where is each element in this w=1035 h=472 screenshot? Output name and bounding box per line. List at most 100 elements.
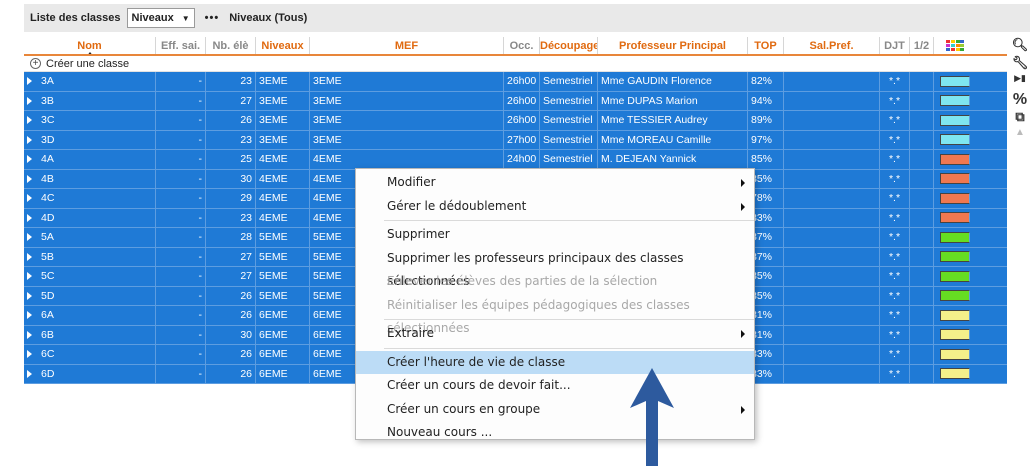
group-select[interactable]: Niveaux ▼: [126, 8, 195, 28]
cell-djt: *.*: [880, 247, 910, 266]
menu-item-label: Nouveau cours ...: [387, 425, 493, 439]
cell-nb: 23: [206, 130, 256, 149]
percent-icon[interactable]: %: [1009, 91, 1031, 109]
cell-color[interactable]: [934, 228, 975, 247]
cell-dec: Semestriel: [540, 91, 598, 110]
cell-nb: 27: [206, 91, 256, 110]
cell-nb: 23: [206, 208, 256, 227]
wrench-icon[interactable]: 🔧︎: [1009, 55, 1031, 73]
col-niveaux[interactable]: Niveaux: [256, 37, 310, 54]
cell-half: [910, 345, 934, 364]
cell-half: [910, 111, 934, 130]
menu-item[interactable]: Supprimer les professeurs principaux des…: [356, 247, 754, 289]
col-nom[interactable]: Nom: [24, 37, 156, 54]
cell-half: [910, 189, 934, 208]
cell-color[interactable]: [934, 111, 975, 130]
cell-eff: -: [156, 208, 206, 227]
menu-item[interactable]: Créer un cours en groupe: [356, 398, 754, 422]
cell-color[interactable]: [934, 92, 975, 111]
cell-color[interactable]: [934, 170, 975, 189]
cell-prof: Mme TESSIER Audrey: [598, 111, 748, 130]
cell-niv: 3EME: [256, 91, 310, 110]
cell-color[interactable]: [934, 248, 975, 267]
cell-eff: -: [156, 169, 206, 188]
cell-nom: 3B: [24, 91, 156, 110]
cell-color[interactable]: [934, 150, 975, 169]
cell-color[interactable]: [934, 306, 975, 325]
cell-djt: *.*: [880, 364, 910, 383]
menu-item[interactable]: Nouveau cours ...: [356, 421, 754, 445]
cell-sal: [784, 267, 880, 286]
cell-color[interactable]: [934, 72, 975, 91]
col-djt[interactable]: DJT: [880, 37, 910, 54]
cell-nb: 27: [206, 267, 256, 286]
cell-eff: -: [156, 247, 206, 266]
list-title: Liste des classes: [30, 12, 121, 24]
col-color[interactable]: [934, 37, 975, 54]
cell-color[interactable]: [934, 345, 975, 364]
cell-nom: 4B: [24, 169, 156, 188]
col-prof[interactable]: Professeur Principal: [598, 37, 748, 54]
cell-sal: [784, 111, 880, 130]
cell-djt: *.*: [880, 111, 910, 130]
menu-item: Enlever les élèves des parties de la sél…: [356, 270, 754, 294]
cell-eff: -: [156, 228, 206, 247]
cell-niv: 5EME: [256, 267, 310, 286]
menu-item[interactable]: Gérer le dédoublement: [356, 195, 754, 219]
menu-item[interactable]: Créer l'heure de vie de classe: [356, 350, 754, 374]
cell-color[interactable]: [934, 189, 975, 208]
cell-mef: 3EME: [310, 111, 504, 130]
menu-item[interactable]: Créer un cours de devoir fait...: [356, 374, 754, 398]
search-icon[interactable]: 🔍︎: [1009, 37, 1031, 55]
col-mef[interactable]: MEF: [310, 37, 504, 54]
cell-color[interactable]: [934, 365, 975, 384]
col-nb[interactable]: Nb. élè: [206, 37, 256, 54]
cell-color[interactable]: [934, 267, 975, 286]
col-half[interactable]: 1/2: [910, 37, 934, 54]
table-row[interactable]: 4A -25 4EME 4EME 24h00 Semestriel M. DEJEAN Ya…: [24, 150, 1007, 170]
cell-color[interactable]: [934, 131, 975, 150]
cell-half: [910, 150, 934, 169]
table-row[interactable]: 3B -27 3EME 3EME 26h00 Semestriel Mme DUPAS Ma…: [24, 91, 1007, 111]
menu-item[interactable]: Supprimer: [356, 223, 754, 247]
color-swatch: [939, 114, 970, 126]
cell-dec: Semestriel: [540, 130, 598, 149]
cell-half: [910, 267, 934, 286]
cell-color[interactable]: [934, 326, 975, 345]
cell-half: [910, 306, 934, 325]
cell-prof: Mme MOREAU Camille: [598, 130, 748, 149]
cell-djt: *.*: [880, 72, 910, 91]
col-decoupage[interactable]: Découpage: [540, 37, 598, 54]
copy-icon[interactable]: ⧉: [1009, 109, 1031, 127]
color-swatch: [939, 309, 970, 321]
cell-eff: -: [156, 325, 206, 344]
cell-djt: *.*: [880, 286, 910, 305]
col-salpref[interactable]: Sal.Pref.: [784, 37, 880, 54]
table-row[interactable]: 3D -23 3EME 3EME 27h00 Semestriel Mme MOREAU C…: [24, 130, 1007, 150]
menu-item[interactable]: Extraire: [356, 322, 754, 346]
cell-nom: 5D: [24, 286, 156, 305]
scroll-up-icon[interactable]: ▲: [1009, 127, 1031, 145]
col-occ[interactable]: Occ.: [504, 37, 540, 54]
cell-niv: 3EME: [256, 111, 310, 130]
table-row[interactable]: 3C -26 3EME 3EME 26h00 Semestriel Mme TESSIER …: [24, 111, 1007, 131]
cell-color[interactable]: [934, 209, 975, 228]
cell-sal: [784, 286, 880, 305]
cell-half: [910, 91, 934, 110]
cell-top: 97%: [748, 130, 784, 149]
cell-occ: 26h00: [504, 111, 540, 130]
cell-color[interactable]: [934, 287, 975, 306]
cell-top: 89%: [748, 111, 784, 130]
menu-item[interactable]: Modifier: [356, 171, 754, 195]
group-select-value: Niveaux: [131, 12, 174, 24]
cell-sal: [784, 91, 880, 110]
cell-djt: *.*: [880, 130, 910, 149]
create-class-row[interactable]: + Créer une classe: [24, 56, 1007, 72]
col-top[interactable]: TOP: [748, 37, 784, 54]
cell-niv: 5EME: [256, 286, 310, 305]
table-row[interactable]: 3A -23 3EME 3EME 26h00 Semestriel Mme GAUDIN F…: [24, 72, 1007, 92]
more-button[interactable]: •••: [201, 12, 224, 24]
cell-eff: -: [156, 72, 206, 91]
col-eff[interactable]: Eff. sai.: [156, 37, 206, 54]
play-step-icon[interactable]: ▶▮: [1009, 73, 1031, 91]
